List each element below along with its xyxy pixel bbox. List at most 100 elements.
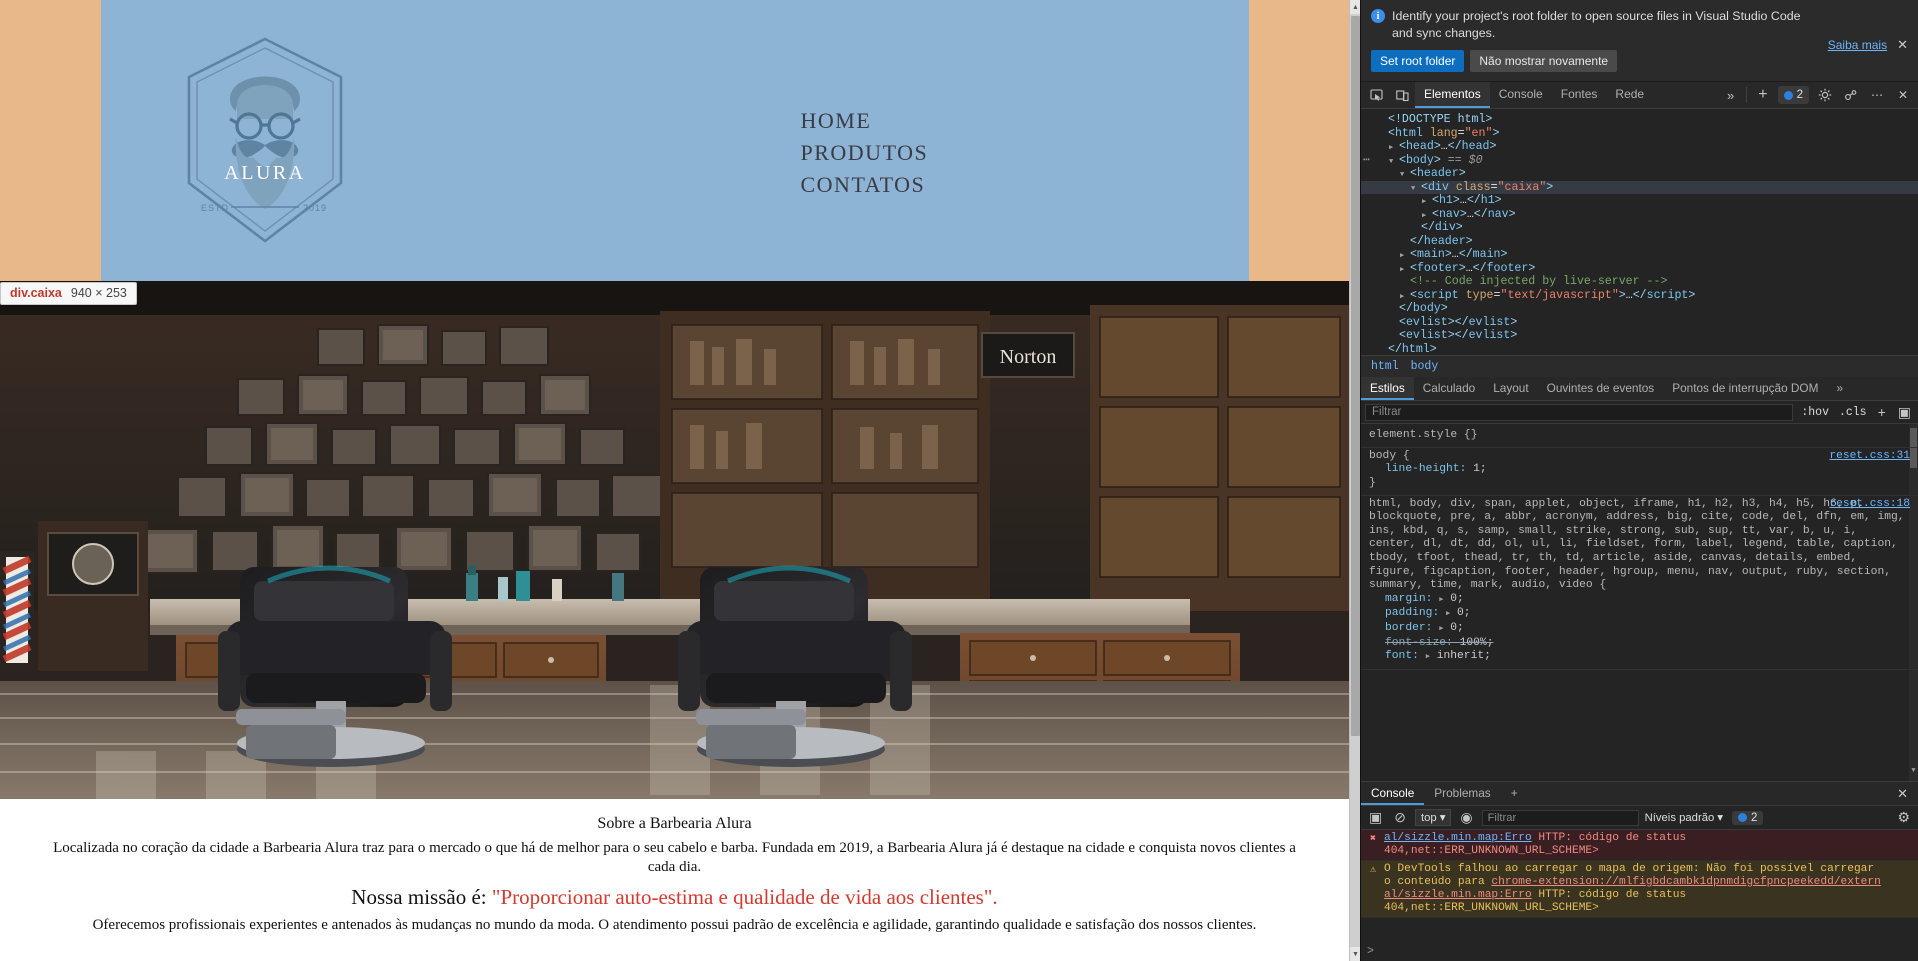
dom-tree-row[interactable]: </html> (1361, 343, 1918, 356)
dom-row-menu-dots[interactable]: ⋯ (1363, 154, 1370, 168)
scrollbar-thumb[interactable] (1351, 16, 1360, 736)
styles-tab-calculado[interactable]: Calculado (1414, 377, 1484, 400)
set-root-folder-button[interactable]: Set root folder (1371, 50, 1465, 73)
dom-breadcrumb: html body (1361, 355, 1918, 378)
dont-show-again-button[interactable]: Não mostrar novamente (1470, 50, 1618, 73)
css-rule-selector[interactable]: html, body, div, span, applet, object, i… (1369, 498, 1905, 592)
dom-tree-row[interactable]: </div> (1361, 221, 1918, 235)
inspect-selector: div.caixa (10, 286, 62, 300)
css-rule[interactable]: reset.css:31 body {line-height: 1;} (1361, 448, 1918, 496)
chevron-down-icon: ▾ (1439, 812, 1446, 824)
css-declaration[interactable]: padding: ▶ 0; (1369, 607, 1910, 622)
dom-tree-row[interactable]: <main>…</main> (1361, 248, 1918, 262)
console-settings-gear-icon[interactable]: ⚙ (1894, 809, 1913, 826)
drawer-tab-problemas[interactable]: Problemas (1424, 782, 1500, 805)
css-declaration[interactable]: line-height: 1; (1369, 463, 1910, 477)
tab-console[interactable]: Console (1490, 82, 1552, 108)
styles-tab-layout[interactable]: Layout (1484, 377, 1537, 400)
console-sidebar-icon[interactable]: ▣ (1366, 809, 1385, 826)
tab-elementos[interactable]: Elementos (1415, 82, 1490, 109)
live-expression-eye-icon[interactable]: ◉ (1457, 809, 1475, 826)
css-declaration[interactable]: border: ▶ 0; (1369, 622, 1910, 637)
dom-tree-row[interactable]: </header> (1361, 235, 1918, 249)
inspect-element-icon[interactable] (1363, 82, 1389, 108)
dom-tree-row[interactable]: ⋯<body> == $0 (1361, 154, 1918, 168)
sobre-section: Sobre a Barbearia Alura Localizada no co… (0, 799, 1349, 950)
add-panel-icon[interactable]: + (1751, 82, 1774, 108)
force-state-hov-button[interactable]: :hov (1799, 406, 1831, 419)
console-extension-link[interactable]: chrome-extension://mlfigbdcambk1dpnmdigc… (1491, 876, 1880, 888)
dom-tree-row[interactable]: <div class="caixa"> (1361, 180, 1918, 195)
dom-tree-row[interactable]: <evlist></evlist> (1361, 316, 1918, 330)
css-rules-scroll-down-arrow[interactable]: ▼ (1909, 765, 1918, 779)
sobre-paragraph-1: Localizada no coração da cidade a Barbea… (53, 840, 1296, 876)
css-rule-selector[interactable]: body { (1369, 450, 1410, 462)
scroll-up-arrow[interactable]: ▲ (1350, 0, 1360, 14)
close-devtools-icon[interactable]: ✕ (1890, 82, 1916, 108)
clear-console-icon[interactable]: ⊘ (1391, 809, 1409, 826)
console-filter-input[interactable] (1481, 809, 1639, 826)
styles-tab-estilos[interactable]: Estilos (1361, 377, 1414, 401)
css-rules-pane[interactable]: ▼ element.style {} reset.css:31 body {line… (1361, 424, 1918, 781)
nav-link-produtos[interactable]: PRODUTOS (801, 142, 929, 164)
dom-tree-row[interactable]: <nav>…</nav> (1361, 208, 1918, 222)
styles-tabs-more-icon[interactable]: » (1827, 377, 1852, 400)
element-classes-button[interactable]: .cls (1837, 406, 1869, 419)
css-rule-close-brace: } (1369, 477, 1376, 489)
css-rule[interactable]: reset.css:18 html, body, div, span, apple… (1361, 496, 1918, 670)
dom-tree-row[interactable]: <evlist></evlist> (1361, 329, 1918, 343)
drawer-add-tab-icon[interactable]: + (1501, 782, 1528, 805)
css-declaration[interactable]: font: ▶ inherit; (1369, 650, 1910, 665)
close-drawer-icon[interactable]: ✕ (1887, 782, 1918, 805)
styles-filter-input[interactable] (1365, 403, 1794, 421)
css-rule-source-link[interactable]: reset.css:31 (1829, 450, 1910, 464)
dom-tree-row[interactable]: <h1>…</h1> (1361, 194, 1918, 208)
settings-gear-icon[interactable] (1812, 82, 1838, 108)
device-toolbar-icon[interactable] (1389, 82, 1415, 108)
close-notification-icon[interactable]: ✕ (1897, 37, 1908, 53)
computed-sidebar-toggle-icon[interactable]: ▣ (1895, 404, 1914, 421)
more-tabs-icon[interactable]: » (1719, 82, 1742, 108)
drawer-tab-console[interactable]: Console (1361, 782, 1425, 805)
console-error-badge[interactable]: 2 (1731, 810, 1764, 825)
site-navigation[interactable]: HOME PRODUTOS CONTATOS (801, 110, 929, 206)
dom-tree-panel[interactable]: <!DOCTYPE html><html lang="en"><head>…</… (1361, 109, 1918, 356)
console-message-list: ✖ al/sizzle.min.map:Erro HTTP: código de … (1361, 830, 1918, 942)
dom-tree-row[interactable]: <header> (1361, 167, 1918, 181)
console-log-levels-selector[interactable]: Níveis padrão ▾ (1645, 811, 1723, 825)
learn-more-link[interactable]: Saiba mais (1828, 38, 1887, 52)
css-declaration[interactable]: margin: ▶ 0; (1369, 593, 1910, 608)
breadcrumb-html[interactable]: html (1371, 360, 1399, 373)
customize-devtools-icon[interactable] (1838, 82, 1864, 108)
warning-icon: ⚠ (1369, 864, 1377, 876)
console-input-prompt[interactable]: > (1361, 942, 1918, 961)
nav-link-contatos[interactable]: CONTATOS (801, 174, 929, 196)
console-source-link[interactable]: al/sizzle.min.map:Erro (1384, 832, 1532, 844)
error-count-badge[interactable]: 2 (1777, 86, 1809, 105)
console-source-link[interactable]: al/sizzle.min.map:Erro (1384, 889, 1532, 901)
breadcrumb-body[interactable]: body (1411, 360, 1439, 373)
dom-tree-row[interactable]: <html lang="en"> (1361, 127, 1918, 141)
scroll-down-arrow[interactable]: ▼ (1350, 947, 1360, 961)
more-options-icon[interactable]: ⋯ (1864, 82, 1890, 108)
css-rule-selector[interactable]: element.style { (1369, 429, 1471, 441)
dom-tree-row[interactable]: <footer>…</footer> (1361, 262, 1918, 276)
page-vertical-scrollbar[interactable]: ▲ ▼ (1349, 0, 1360, 961)
dom-tree-row[interactable]: <!DOCTYPE html> (1361, 113, 1918, 127)
tab-rede[interactable]: Rede (1606, 82, 1653, 108)
console-context-selector[interactable]: top ▾ (1414, 809, 1452, 826)
styles-tab-pontos-interrupcao-dom[interactable]: Pontos de interrupção DOM (1663, 377, 1827, 400)
css-rule[interactable]: element.style {} (1361, 427, 1918, 448)
styles-tab-ouvintes-eventos[interactable]: Ouvintes de eventos (1538, 377, 1664, 400)
dom-tree-row[interactable]: <head>…</head> (1361, 140, 1918, 154)
new-style-rule-icon[interactable]: + (1875, 404, 1889, 420)
barbershop-interior-illustration: Norton (0, 281, 1349, 799)
css-rule-source-link[interactable]: reset.css:18 (1829, 498, 1910, 512)
tab-fontes[interactable]: Fontes (1552, 82, 1607, 108)
css-declaration[interactable]: font-size: 100%; (1369, 637, 1910, 651)
nav-link-home[interactable]: HOME (801, 110, 929, 132)
dom-tree-row[interactable]: <script type="text/javascript">…</script… (1361, 289, 1918, 303)
mission-label: Nossa missão é: (351, 885, 487, 910)
dom-tree-row[interactable]: <!-- Code injected by live-server --> (1361, 275, 1918, 289)
dom-tree-row[interactable]: </body> (1361, 302, 1918, 316)
